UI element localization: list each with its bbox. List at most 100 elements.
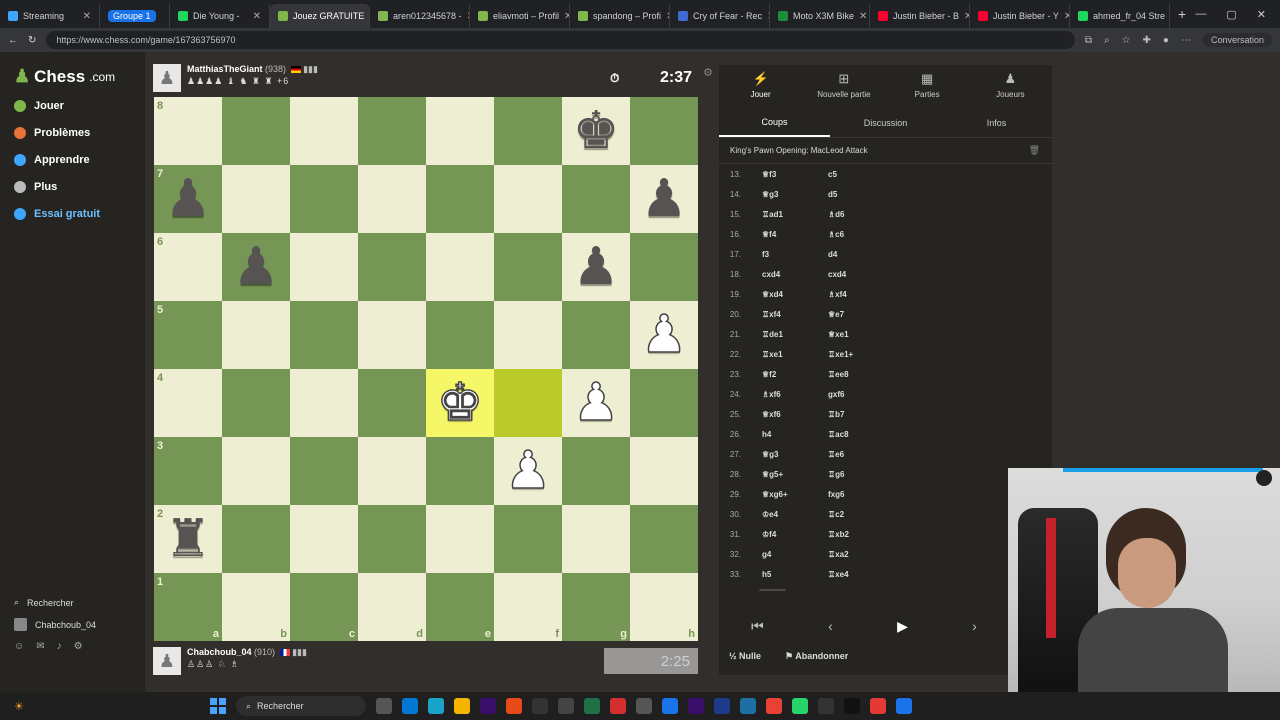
trash-icon[interactable]: 🗑 bbox=[1029, 145, 1040, 156]
white-move[interactable]: ♔e4 bbox=[762, 510, 778, 519]
outlook-icon[interactable] bbox=[740, 698, 756, 714]
white-move[interactable]: cxd4 bbox=[762, 270, 780, 279]
calculator-icon[interactable] bbox=[558, 698, 574, 714]
square-b1[interactable]: b bbox=[222, 573, 290, 641]
settings-icon[interactable]: ⚙ bbox=[74, 641, 83, 652]
square-g6[interactable]: ♟ bbox=[562, 233, 630, 301]
panel-tab-joueurs[interactable]: ♟ Joueurs bbox=[969, 65, 1052, 105]
white-pawn-piece[interactable]: ♟ bbox=[504, 444, 552, 498]
black-move[interactable]: ♕e7 bbox=[828, 310, 844, 319]
square-b8[interactable] bbox=[222, 97, 290, 165]
after-effects-icon[interactable] bbox=[714, 698, 730, 714]
black-move[interactable]: gxf6 bbox=[828, 390, 844, 399]
square-a8[interactable]: 8 bbox=[154, 97, 222, 165]
next-move-icon[interactable]: › bbox=[972, 618, 977, 634]
square-g7[interactable] bbox=[562, 165, 630, 233]
black-move[interactable]: ♖c2 bbox=[828, 510, 844, 519]
square-h4[interactable] bbox=[630, 369, 698, 437]
white-move[interactable]: ♕g3 bbox=[762, 450, 779, 459]
back-icon[interactable]: ← bbox=[8, 35, 18, 46]
square-d1[interactable]: d bbox=[358, 573, 426, 641]
black-move[interactable]: ♖ac8 bbox=[828, 430, 849, 439]
white-move[interactable]: ♖xf4 bbox=[762, 310, 781, 319]
square-g1[interactable]: g bbox=[562, 573, 630, 641]
minimize-icon[interactable]: — bbox=[1195, 8, 1206, 21]
square-c2[interactable] bbox=[290, 505, 358, 573]
browser-icon[interactable] bbox=[428, 698, 444, 714]
square-c4[interactable] bbox=[290, 369, 358, 437]
square-g8[interactable]: ♚ bbox=[562, 97, 630, 165]
browser-tab[interactable]: Streaming ✕ bbox=[0, 4, 100, 28]
notion-icon[interactable] bbox=[532, 698, 548, 714]
browser-tab[interactable]: ahmed_fr_04 Stre✕ bbox=[1070, 4, 1170, 28]
start-icon[interactable] bbox=[210, 698, 226, 714]
square-g2[interactable] bbox=[562, 505, 630, 573]
black-move[interactable]: c5 bbox=[828, 170, 837, 179]
weather-icon[interactable]: ☀ bbox=[14, 700, 24, 713]
square-f6[interactable] bbox=[494, 233, 562, 301]
white-move[interactable]: f3 bbox=[762, 250, 769, 259]
square-e1[interactable]: e bbox=[426, 573, 494, 641]
browser-tab[interactable]: Moto X3M Bike ✕ bbox=[770, 4, 870, 28]
black-pawn-piece[interactable]: ♟ bbox=[573, 241, 620, 293]
square-b3[interactable] bbox=[222, 437, 290, 505]
url-field[interactable]: https://www.chess.com/game/167363756970 bbox=[46, 31, 1075, 49]
square-a6[interactable]: 6 bbox=[154, 233, 222, 301]
square-g5[interactable] bbox=[562, 301, 630, 369]
white-pawn-piece[interactable]: ♟ bbox=[572, 376, 620, 430]
black-move[interactable]: ♖xa2 bbox=[828, 550, 849, 559]
square-h1[interactable]: h bbox=[630, 573, 698, 641]
reload-icon[interactable]: ↻ bbox=[28, 35, 36, 46]
white-move[interactable]: ♕xg6+ bbox=[762, 490, 788, 499]
black-move[interactable]: fxg6 bbox=[828, 490, 844, 499]
square-f1[interactable]: f bbox=[494, 573, 562, 641]
browser-tab[interactable]: Cry of Fear - Rec✕ bbox=[670, 4, 770, 28]
square-g4[interactable]: ♟ bbox=[562, 369, 630, 437]
square-e5[interactable] bbox=[426, 301, 494, 369]
edge-icon[interactable] bbox=[402, 698, 418, 714]
square-h8[interactable] bbox=[630, 97, 698, 165]
square-e3[interactable] bbox=[426, 437, 494, 505]
sidebar-item-plus[interactable]: Plus bbox=[14, 179, 100, 195]
square-c7[interactable] bbox=[290, 165, 358, 233]
white-move[interactable]: ♕g5+ bbox=[762, 470, 783, 479]
black-move[interactable]: ♖g6 bbox=[828, 470, 845, 479]
black-move[interactable]: d5 bbox=[828, 190, 837, 199]
square-b2[interactable] bbox=[222, 505, 290, 573]
square-e7[interactable] bbox=[426, 165, 494, 233]
white-move[interactable]: ♕xd4 bbox=[762, 290, 783, 299]
new-tab-icon[interactable]: + bbox=[1178, 6, 1186, 22]
sidebar-item-essai-gratuit[interactable]: Essai gratuit bbox=[14, 206, 100, 222]
steam-icon[interactable] bbox=[636, 698, 652, 714]
tab-coups[interactable]: Coups bbox=[719, 108, 830, 137]
browser-tab[interactable]: Justin Bieber - B✕ bbox=[870, 4, 970, 28]
draw-button[interactable]: ½ Nulle bbox=[729, 651, 761, 662]
square-a3[interactable]: 3 bbox=[154, 437, 222, 505]
sidebar-search[interactable]: ⌕ Rechercher bbox=[14, 597, 96, 608]
square-a2[interactable]: 2 ♜ bbox=[154, 505, 222, 573]
translate-icon[interactable]: ⧉ bbox=[1085, 35, 1092, 46]
square-b6[interactable]: ♟ bbox=[222, 233, 290, 301]
square-d4[interactable] bbox=[358, 369, 426, 437]
square-f7[interactable] bbox=[494, 165, 562, 233]
square-c1[interactable]: c bbox=[290, 573, 358, 641]
white-move[interactable]: ♕xf6 bbox=[762, 410, 781, 419]
square-c5[interactable] bbox=[290, 301, 358, 369]
square-a5[interactable]: 5 bbox=[154, 301, 222, 369]
profile-avatar[interactable]: ● bbox=[1163, 35, 1169, 46]
check-icon[interactable] bbox=[662, 698, 678, 714]
tiktok-icon[interactable] bbox=[844, 698, 860, 714]
white-move[interactable]: g4 bbox=[762, 550, 771, 559]
black-king-piece[interactable]: ♚ bbox=[573, 105, 620, 157]
sidebar-user[interactable]: Chabchoub_04 bbox=[14, 618, 96, 631]
black-pawn-piece[interactable]: ♟ bbox=[165, 173, 212, 225]
panel-tab-jouer[interactable]: ⚡ Jouer bbox=[719, 65, 802, 105]
bottom-player-avatar[interactable]: ♟ bbox=[153, 647, 181, 675]
taskbar-search[interactable]: ⌕ Rechercher bbox=[236, 696, 366, 716]
tab-infos[interactable]: Infos bbox=[941, 108, 1052, 137]
white-move[interactable]: ♕f4 bbox=[762, 230, 776, 239]
app-icon[interactable] bbox=[506, 698, 522, 714]
black-pawn-piece[interactable]: ♟ bbox=[233, 241, 280, 293]
browser-tab[interactable]: eliavmoti – Profil✕ bbox=[470, 4, 570, 28]
close-icon[interactable]: ✕ bbox=[83, 11, 91, 22]
